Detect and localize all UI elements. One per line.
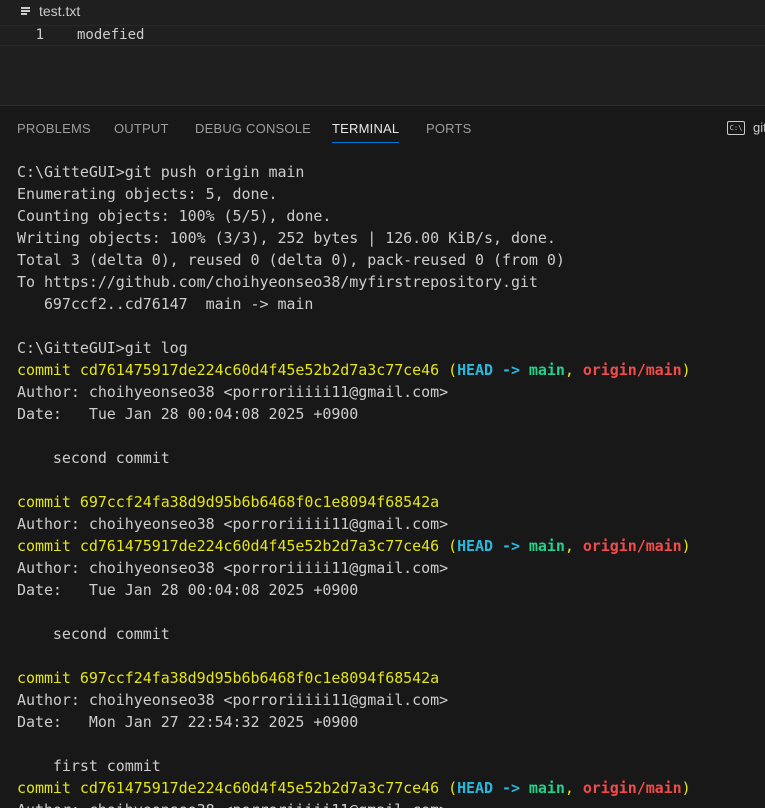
terminal-text-segment: Date: Mon Jan 27 22:54:32 2025 +0900 [17,713,359,731]
terminal-text-segment: main [528,537,565,555]
line-number: 1 [35,27,44,43]
terminal-text-segment: main [528,361,565,379]
terminal-text-segment: ) [681,537,691,555]
terminal-line: Date: Tue Jan 28 00:04:08 2025 +0900 [17,403,691,425]
terminal-line: second commit [17,447,691,469]
terminal-instance-selector[interactable]: C:\ git [727,120,765,135]
terminal-text-segment: Author: choihyeonseo38 <porroriiiii11@gm… [17,691,449,709]
terminal-text-segment: second commit [17,625,170,643]
terminal-text-segment: commit cd761475917de224c60d4f45e52b2d7a3… [17,779,458,797]
terminal-line: C:\GitteGUI>git push origin main [17,161,691,183]
terminal-line: To https://github.com/choihyeonseo38/myf… [17,271,691,293]
terminal-text-segment: Counting objects: 100% (5/5), done. [17,207,332,225]
terminal-line: Author: choihyeonseo38 <porroriiiii11@gm… [17,799,691,808]
terminal-line: 697ccf2..cd76147 main -> main [17,293,691,315]
terminal-text-segment: Author: choihyeonseo38 <porroriiiii11@gm… [17,515,449,533]
tab-output[interactable]: OUTPUT [114,121,169,142]
terminal-line: commit 697ccf24fa38d9d95b6b6468f0c1e8094… [17,491,691,513]
terminal-line: Author: choihyeonseo38 <porroriiiii11@gm… [17,689,691,711]
panel-tab-bar: PROBLEMS OUTPUT DEBUG CONSOLE TERMINAL P… [0,106,765,152]
terminal-line: Date: Mon Jan 27 22:54:32 2025 +0900 [17,711,691,733]
terminal-text-segment: origin/main [582,537,682,555]
cmd-terminal-icon: C:\ [727,120,745,135]
terminal-text-segment: C:\GitteGUI>git push origin main [17,163,305,181]
terminal-line: commit cd761475917de224c60d4f45e52b2d7a3… [17,777,691,799]
terminal-text-segment: commit cd761475917de224c60d4f45e52b2d7a3… [17,537,458,555]
terminal-text-segment: origin/main [582,361,682,379]
terminal-line: Author: choihyeonseo38 <porroriiiii11@gm… [17,381,691,403]
terminal-line: Counting objects: 100% (5/5), done. [17,205,691,227]
terminal-line: Writing objects: 100% (3/3), 252 bytes |… [17,227,691,249]
terminal-text-segment: main [528,779,565,797]
terminal-text-segment: To https://github.com/choihyeonseo38/myf… [17,273,538,291]
terminal-line: second commit [17,623,691,645]
terminal-line: commit cd761475917de224c60d4f45e52b2d7a3… [17,359,691,381]
editor-pane: test.txt 1 modefied [0,0,765,105]
terminal-output[interactable]: C:\GitteGUI>git push origin main Enumerat… [0,152,765,808]
terminal-text-segment: origin/main [582,779,682,797]
terminal-text-segment: HEAD -> [457,779,529,797]
terminal-line: Total 3 (delta 0), reused 0 (delta 0), p… [17,249,691,271]
terminal-line: Author: choihyeonseo38 <porroriiiii11@gm… [17,513,691,535]
terminal-text-segment: first commit [17,757,161,775]
terminal-text-segment: , [564,361,583,379]
terminal-text-segment: Author: choihyeonseo38 <porroriiiii11@gm… [17,383,449,401]
tab-problems[interactable]: PROBLEMS [17,121,91,142]
line-text[interactable]: modefied [77,27,144,43]
tab-debug-console[interactable]: DEBUG CONSOLE [195,121,311,142]
terminal-line: C:\GitteGUI>git log [17,337,691,359]
breadcrumb-file-name[interactable]: test.txt [39,3,80,19]
terminal-text-segment: Date: Tue Jan 28 00:04:08 2025 +0900 [17,581,359,599]
terminal-instance-name[interactable]: git [753,120,765,135]
terminal-text-segment: HEAD -> [457,361,529,379]
terminal-text-segment: Total 3 (delta 0), reused 0 (delta 0), p… [17,251,565,269]
terminal-text-segment: commit cd761475917de224c60d4f45e52b2d7a3… [17,361,458,379]
terminal-text-segment: Enumerating objects: 5, done. [17,185,278,203]
terminal-text-segment: Author: choihyeonseo38 <porroriiiii11@gm… [17,559,449,577]
terminal-text-segment: , [564,779,583,797]
terminal-text-segment: ) [681,361,691,379]
terminal-text-segment: Author: choihyeonseo38 <porroriiiii11@gm… [17,801,448,808]
terminal-text-segment: Date: Tue Jan 28 00:04:08 2025 +0900 [17,405,359,423]
text-file-icon [21,6,31,16]
terminal-line: Author: choihyeonseo38 <porroriiiii11@gm… [17,557,691,579]
editor-line[interactable]: 1 modefied [0,25,765,46]
terminal-text-segment: second commit [17,449,170,467]
terminal-text-segment: , [564,537,583,555]
tab-terminal[interactable]: TERMINAL [332,121,400,143]
terminal-text-segment: commit 697ccf24fa38d9d95b6b6468f0c1e8094… [17,493,440,511]
terminal-text-segment: commit 697ccf24fa38d9d95b6b6468f0c1e8094… [17,669,440,687]
terminal-lines: C:\GitteGUI>git push origin main Enumerat… [17,161,691,808]
terminal-text-segment: HEAD -> [457,537,529,555]
terminal-line: commit 697ccf24fa38d9d95b6b6468f0c1e8094… [17,667,691,689]
terminal-line: Enumerating objects: 5, done. [17,183,691,205]
terminal-line: commit cd761475917de224c60d4f45e52b2d7a3… [17,535,691,557]
terminal-line: Date: Tue Jan 28 00:04:08 2025 +0900 [17,579,691,601]
terminal-line: first commit [17,755,691,777]
terminal-text-segment: C:\GitteGUI>git log [17,339,188,357]
tab-ports[interactable]: PORTS [426,121,472,142]
breadcrumb[interactable]: test.txt [0,0,765,22]
terminal-text-segment: 697ccf2..cd76147 main -> main [17,295,314,313]
terminal-text-segment: ) [681,779,691,797]
terminal-text-segment: Writing objects: 100% (3/3), 252 bytes |… [17,229,556,247]
